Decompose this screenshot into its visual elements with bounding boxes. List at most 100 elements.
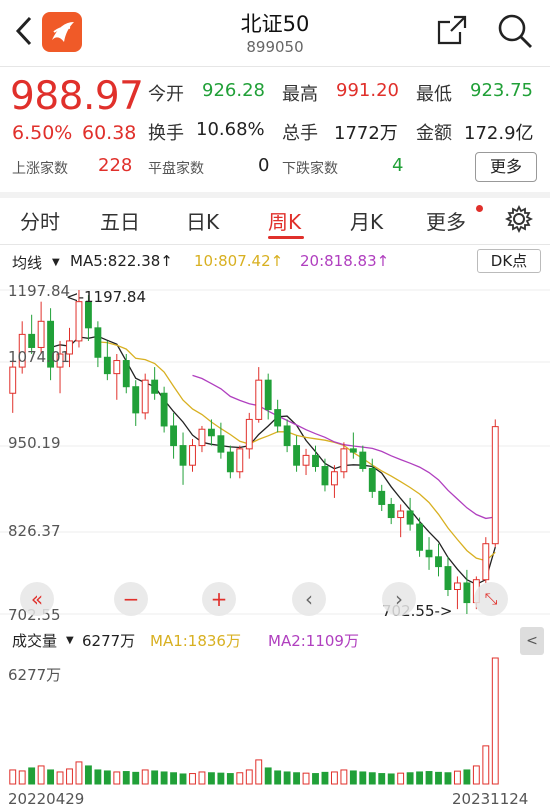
volume-bar (312, 773, 319, 785)
volume-bar (151, 770, 159, 785)
candle-body (245, 418, 253, 450)
volume-bar (359, 771, 367, 785)
tab-monthly-k[interactable]: 月K (350, 206, 383, 235)
candle (444, 556, 452, 597)
volume-bar (274, 770, 282, 785)
volume-bar (207, 772, 215, 785)
collapse-panel-button[interactable]: < (520, 627, 544, 655)
period-tabs: 分时 五日 日K 周K 月K 更多 (0, 196, 550, 244)
candle (406, 497, 414, 531)
candle-body (217, 435, 225, 453)
end-date: 20231124 (452, 790, 529, 808)
kline-chart[interactable]: 1197.84 1074.01 950.19 826.37 702.55 <-1… (0, 276, 550, 624)
candle-body (198, 428, 206, 447)
volume-bar (406, 772, 414, 785)
candle (151, 367, 159, 400)
volume-bar (94, 769, 102, 785)
candle (37, 301, 45, 355)
dropdown-icon[interactable]: ▼ (66, 635, 74, 646)
candle (217, 422, 225, 459)
volume-label: 总手 (282, 123, 318, 144)
candle-body (283, 425, 291, 447)
tab-five-day[interactable]: 五日 (100, 206, 140, 235)
search-icon[interactable] (496, 12, 534, 50)
volume-bar (198, 771, 206, 785)
volume-bar (236, 772, 244, 785)
zoom-in-button[interactable]: + (202, 582, 236, 616)
candle (359, 445, 367, 472)
candle (482, 537, 490, 583)
candle-body (274, 409, 282, 427)
low-value: 923.75 (470, 80, 533, 101)
volume-chart: 6277万 (0, 656, 550, 786)
candle-body (444, 566, 452, 591)
volume-ma2: MA2:1109万 (268, 632, 359, 650)
candle (179, 432, 187, 485)
volume-bar (283, 771, 291, 785)
down-count-label: 下跌家数 (282, 161, 338, 177)
ma20-value: 20:818.83↑ (300, 252, 390, 270)
turnover-value: 10.68% (196, 119, 265, 140)
dropdown-icon[interactable]: ▼ (52, 257, 60, 268)
volume-bar (302, 772, 310, 785)
prev-button[interactable]: ‹ (292, 582, 326, 616)
next-button[interactable]: › (382, 582, 416, 616)
tab-weekly-k[interactable]: 周K (268, 206, 301, 235)
volume-bar (84, 765, 92, 785)
candle (122, 354, 130, 394)
candle-body (236, 448, 244, 473)
zoom-out-button[interactable]: − (114, 582, 148, 616)
candle (160, 386, 168, 433)
gear-icon[interactable] (505, 205, 533, 233)
candle-body (387, 503, 395, 519)
dk-point-button[interactable]: DK点 (477, 249, 541, 273)
first-page-button[interactable]: « (20, 582, 54, 616)
change-percent: 6.50% (12, 122, 73, 144)
more-quote-button[interactable]: 更多 (475, 152, 537, 182)
candle-body (378, 490, 386, 505)
volume-bar (330, 771, 338, 785)
candle-body (312, 454, 319, 468)
max-annotation: <-1197.84 (66, 288, 147, 306)
fullscreen-icon[interactable]: ⤡ (474, 582, 508, 616)
candle (9, 360, 17, 413)
volume-bar (425, 771, 433, 785)
volume-current: 6277万 (82, 632, 136, 650)
candle (274, 399, 282, 433)
volume-value: 1772万 (334, 123, 398, 144)
tab-daily-k[interactable]: 日K (186, 206, 219, 235)
start-date: 20220429 (8, 790, 85, 808)
candle (255, 367, 263, 423)
divider (0, 244, 550, 245)
volume-bar (321, 771, 329, 785)
notification-dot (476, 205, 483, 212)
tab-intraday[interactable]: 分时 (20, 206, 60, 235)
volume-bar (179, 773, 187, 785)
divider (0, 66, 550, 67)
high-label: 最高 (282, 84, 318, 105)
volume-bar (472, 765, 480, 785)
volume-axis-max: 6277万 (8, 666, 62, 684)
flat-count-label: 平盘家数 (148, 161, 204, 177)
candle (435, 543, 442, 577)
tab-more[interactable]: 更多 (426, 206, 466, 235)
ma10-value: 10:807.42↑ (194, 252, 284, 270)
volume-bar (113, 771, 121, 785)
volume-ma1: MA1:1836万 (150, 632, 241, 650)
candle-body (75, 301, 83, 342)
candle-body (264, 379, 272, 411)
volume-bar (491, 657, 499, 785)
volume-bar (66, 768, 73, 785)
indicator-selector[interactable]: 均线 (12, 252, 42, 273)
candle-body (170, 425, 178, 447)
volume-bar (170, 772, 178, 785)
candle-body (435, 556, 442, 568)
y-axis-max: 1197.84 (8, 282, 71, 300)
volume-bar (340, 769, 348, 785)
volume-selector[interactable]: 成交量 (12, 630, 57, 651)
volume-bar (435, 771, 442, 785)
volume-bar (293, 772, 301, 785)
share-icon[interactable] (436, 14, 468, 46)
app-header: 北证50 899050 (0, 0, 550, 66)
candle (491, 419, 499, 547)
